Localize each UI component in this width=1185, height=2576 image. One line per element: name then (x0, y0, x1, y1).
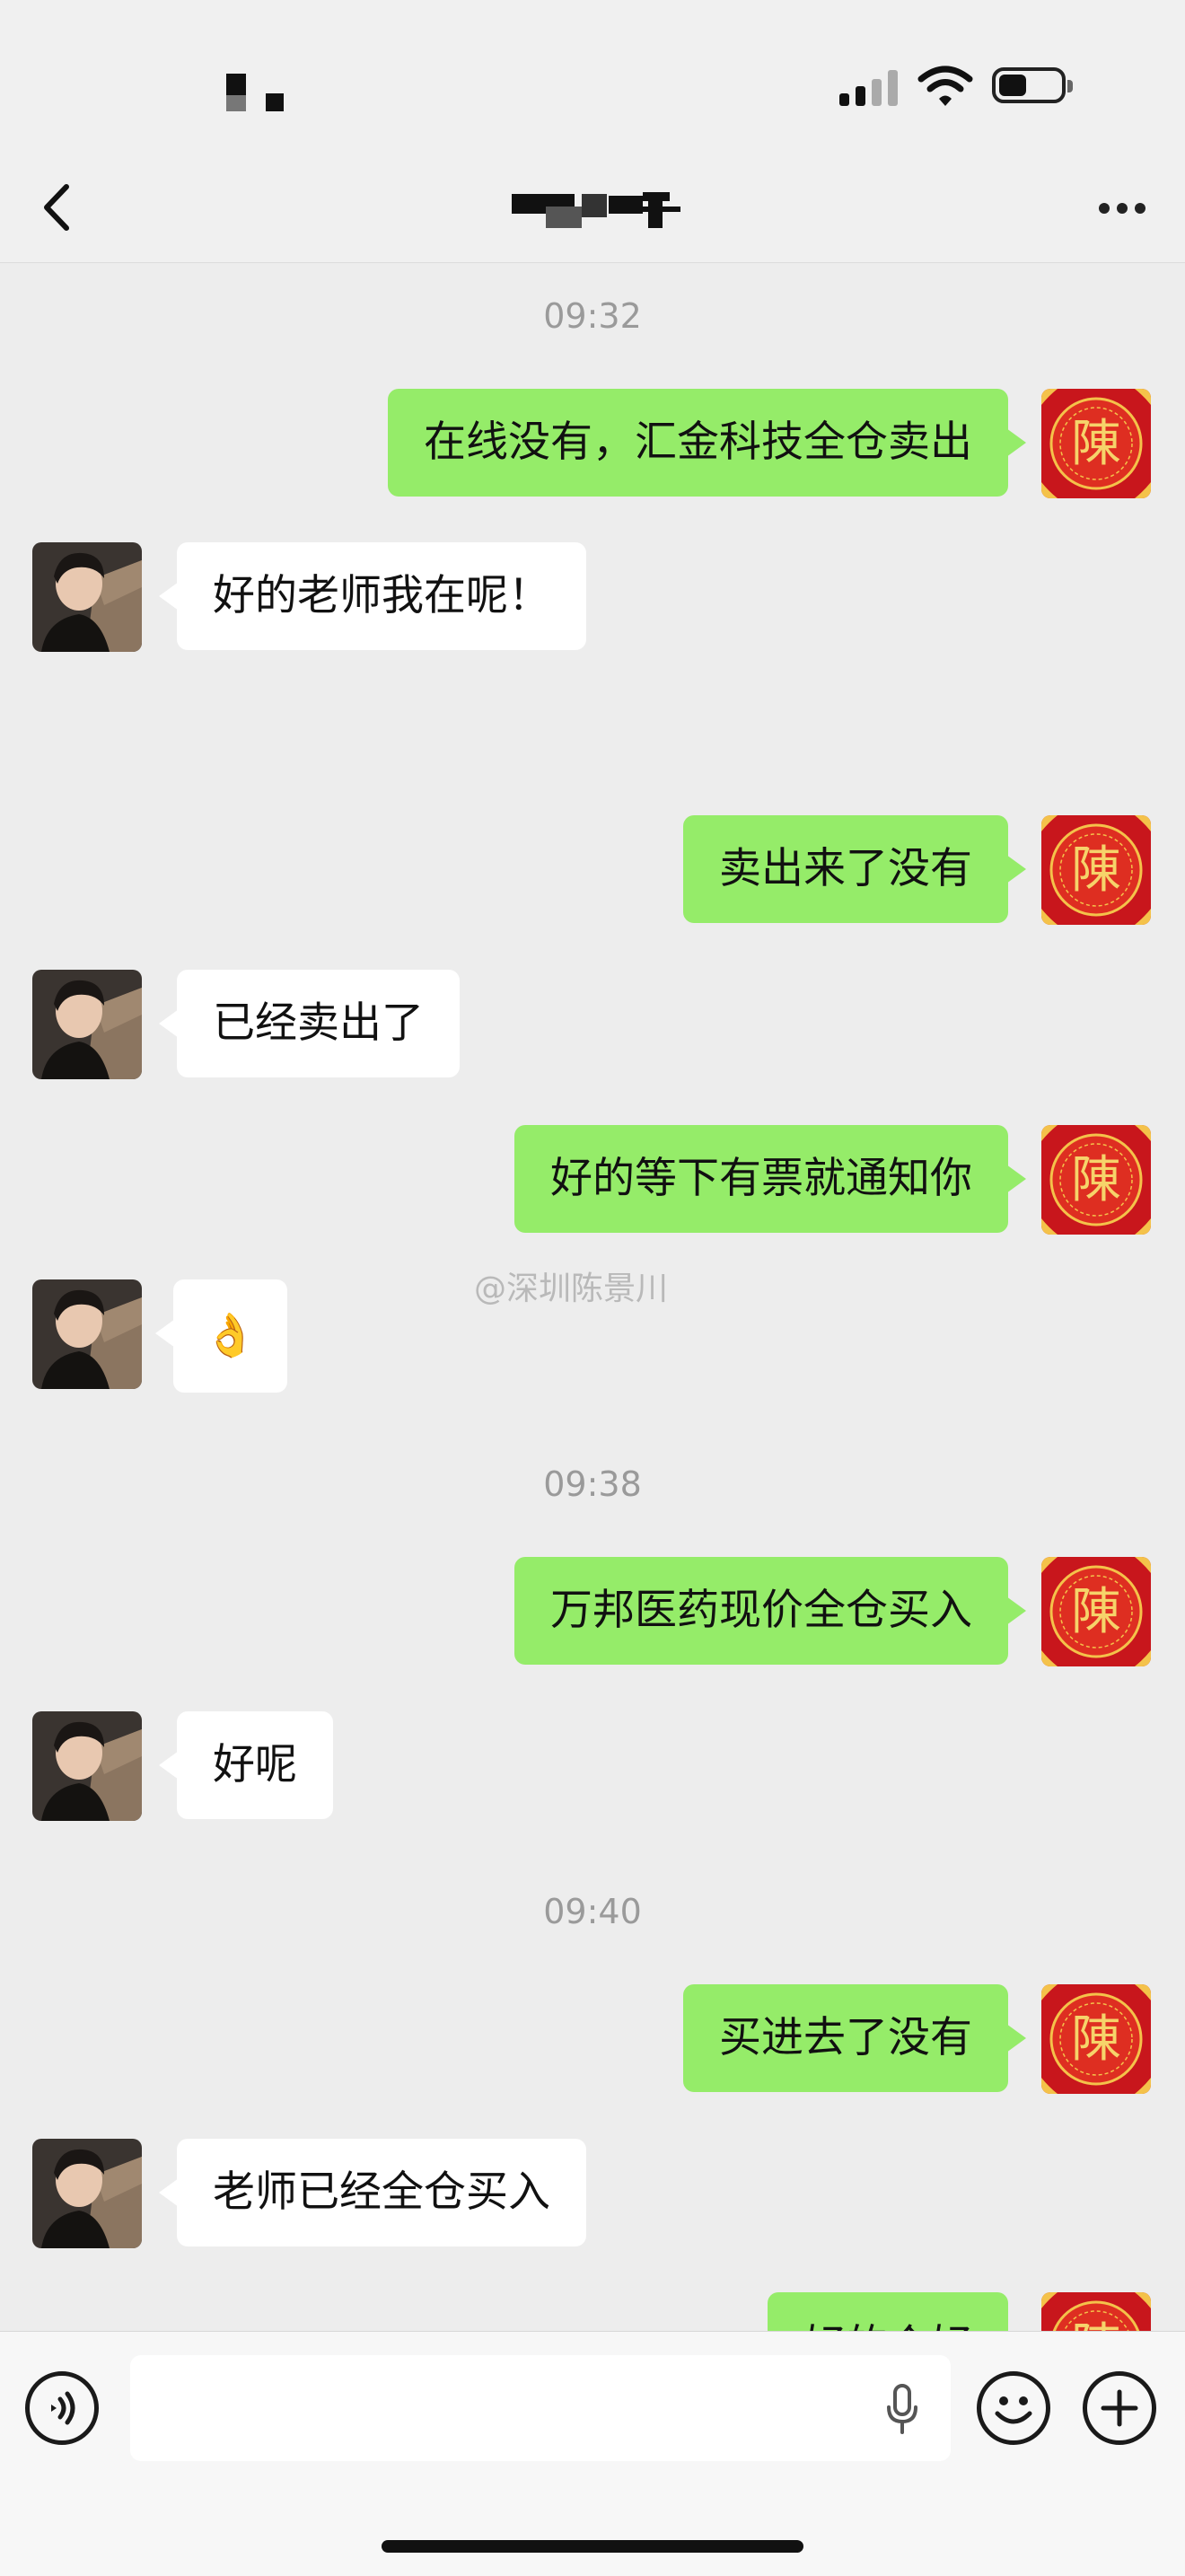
message-input[interactable] (130, 2355, 951, 2461)
chevron-left-icon[interactable] (36, 178, 81, 237)
incoming-message[interactable]: 老师已经全仓买入 (159, 2139, 586, 2246)
svg-text:陳: 陳 (1071, 1151, 1121, 1209)
self-avatar[interactable]: 陳 (1041, 389, 1151, 498)
outgoing-message[interactable]: 万邦医药现价全仓买入 (514, 1557, 1026, 1665)
more-options-icon[interactable] (1086, 187, 1158, 226)
incoming-emoji-message[interactable]: 👌 (155, 1279, 287, 1393)
outgoing-message[interactable]: 在线没有，汇金科技全仓卖出 (388, 389, 1026, 497)
timestamp: 09:38 (543, 1464, 642, 1504)
self-avatar[interactable]: 陳 (1041, 1557, 1151, 1666)
watermark: @深圳陈景川 (474, 1270, 669, 1307)
chat-header (0, 153, 1185, 263)
incoming-message[interactable]: 好呢 (159, 1711, 333, 1819)
contact-name-redacted (492, 180, 689, 235)
contact-avatar[interactable] (32, 1711, 142, 1821)
contact-avatar[interactable] (32, 970, 142, 1079)
wifi-icon (917, 66, 973, 106)
contact-avatar[interactable] (32, 1279, 142, 1389)
incoming-message[interactable]: 好的老师我在呢！ (159, 542, 586, 650)
self-avatar[interactable]: 陳 (1041, 1125, 1151, 1235)
svg-text:陳: 陳 (1071, 2010, 1121, 2069)
timestamp: 09:40 (543, 1892, 642, 1931)
voice-mode-icon[interactable] (25, 2371, 99, 2445)
input-bar (0, 2331, 1185, 2576)
contact-avatar[interactable] (32, 2139, 142, 2248)
outgoing-message[interactable]: 买进去了没有 (683, 1984, 1026, 2092)
microphone-icon[interactable] (884, 2382, 920, 2436)
self-avatar[interactable]: 陳 (1041, 815, 1151, 925)
cellular-signal-icon (839, 70, 900, 106)
self-avatar[interactable]: 陳 (1041, 1984, 1151, 2094)
svg-text:陳: 陳 (1071, 1583, 1121, 1641)
svg-text:陳: 陳 (1071, 841, 1121, 900)
emoji-icon[interactable] (977, 2371, 1050, 2445)
home-indicator[interactable] (382, 2540, 803, 2553)
timestamp: 09:32 (543, 296, 642, 336)
plus-icon[interactable] (1083, 2371, 1156, 2445)
status-bar (0, 0, 1185, 153)
contact-avatar[interactable] (32, 542, 142, 652)
svg-text:陳: 陳 (1071, 415, 1121, 473)
incoming-message[interactable]: 已经卖出了 (159, 970, 460, 1077)
battery-icon (992, 67, 1073, 103)
outgoing-message[interactable]: 卖出来了没有 (683, 815, 1026, 923)
outgoing-message[interactable]: 好的等下有票就通知你 (514, 1125, 1026, 1233)
